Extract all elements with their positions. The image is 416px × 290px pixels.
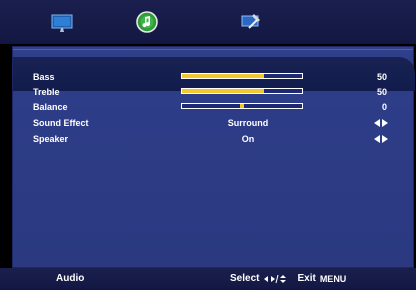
sound-effect-label: Sound Effect	[33, 118, 89, 128]
balance-row[interactable]: Balance 0	[33, 101, 393, 113]
speaker-label: Speaker	[33, 134, 69, 144]
treble-slider[interactable]	[181, 88, 303, 94]
osd-frame: Bass 50 Treble 50 Balance 0 Sound Effect…	[0, 0, 416, 290]
speaker-row[interactable]: Speaker On	[33, 133, 393, 145]
help-bar: Audio Select Exit MENU	[0, 268, 416, 290]
treble-row[interactable]: Treble 50	[33, 86, 393, 98]
bass-label: Bass	[33, 72, 55, 82]
audio-settings-panel: Bass 50 Treble 50 Balance 0 Sound Effect…	[12, 46, 415, 268]
tab-picture[interactable]	[50, 10, 74, 34]
tab-setup[interactable]	[240, 10, 264, 34]
section-title: Audio	[56, 273, 85, 284]
balance-slider[interactable]	[181, 103, 303, 109]
left-right-arrows-icon[interactable]	[373, 118, 389, 128]
sound-effect-row[interactable]: Sound Effect Surround	[33, 117, 393, 129]
left-right-arrows-icon[interactable]	[373, 134, 389, 144]
navigation-arrows-icon	[264, 274, 287, 283]
menu-tab-bar	[0, 0, 416, 44]
treble-label: Treble	[33, 87, 60, 97]
menu-key-label: MENU	[319, 273, 347, 284]
treble-value: 50	[376, 87, 387, 97]
audio-note-icon	[136, 11, 158, 33]
speaker-value: On	[241, 134, 255, 144]
balance-value: 0	[381, 102, 387, 112]
bass-row[interactable]: Bass 50	[33, 71, 393, 83]
navigation-hint: Select Exit MENU	[230, 273, 346, 284]
balance-label: Balance	[33, 102, 68, 112]
balance-marker	[240, 104, 244, 108]
sound-effect-value: Surround	[227, 118, 269, 128]
bass-slider[interactable]	[181, 73, 303, 79]
bass-value: 50	[376, 72, 387, 82]
treble-slider-fill	[182, 89, 264, 93]
tab-audio[interactable]	[135, 10, 159, 34]
select-label: Select	[230, 273, 260, 284]
picture-monitor-icon	[51, 14, 73, 32]
setup-tools-icon	[241, 14, 260, 29]
panel-divider	[13, 49, 413, 50]
exit-label: Exit	[297, 273, 316, 284]
bass-slider-fill	[182, 74, 264, 78]
